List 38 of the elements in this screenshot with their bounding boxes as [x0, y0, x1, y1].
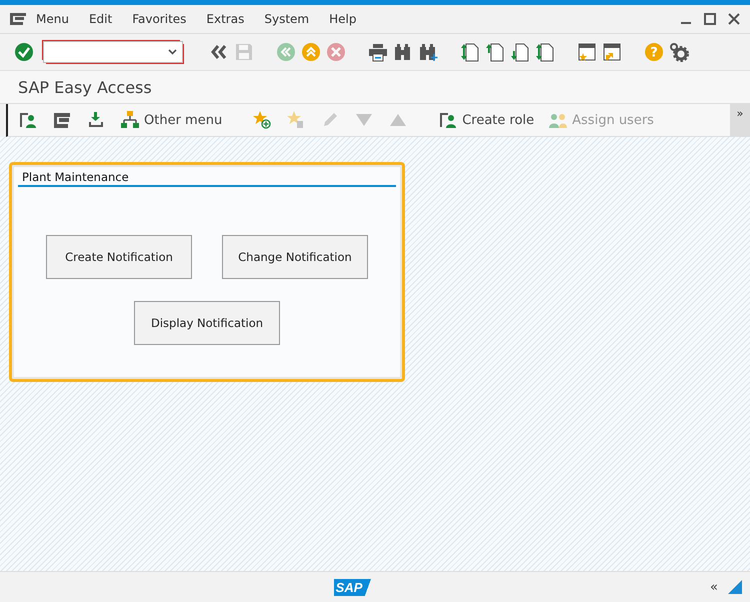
more-button[interactable]: » — [730, 104, 750, 136]
download-icon[interactable] — [86, 110, 106, 130]
hierarchy-icon — [120, 110, 140, 130]
notification-button[interactable]: Change Notification — [222, 235, 368, 279]
next-page-icon[interactable] — [510, 42, 530, 62]
notification-button[interactable]: Display Notification — [134, 301, 280, 345]
menu-item[interactable]: Edit — [88, 12, 112, 26]
close-icon[interactable] — [728, 13, 740, 25]
back-icon[interactable] — [209, 42, 229, 62]
command-field[interactable] — [43, 41, 183, 63]
dropdown-icon[interactable] — [168, 49, 177, 55]
enter-icon[interactable] — [14, 42, 34, 62]
previous-page-icon[interactable] — [485, 42, 505, 62]
menu-icon[interactable] — [10, 13, 26, 25]
last-page-icon[interactable] — [535, 42, 555, 62]
menu-item[interactable]: Extras — [206, 12, 244, 26]
maximize-icon[interactable] — [704, 13, 716, 25]
settings-icon[interactable] — [669, 42, 689, 62]
toolbar-button[interactable]: Other menu — [120, 110, 222, 130]
menu-item[interactable]: Menu — [36, 12, 69, 26]
new-window-icon[interactable] — [577, 42, 597, 62]
menu-item[interactable]: System — [264, 12, 310, 26]
notification-button[interactable]: Create Notification — [46, 235, 192, 279]
menu-item[interactable]: Favorites — [132, 12, 186, 26]
find-icon[interactable] — [393, 42, 413, 62]
menu-item[interactable]: Help — [329, 12, 356, 26]
shortcut-icon[interactable] — [602, 42, 622, 62]
add-favorite-icon[interactable] — [252, 110, 272, 130]
first-page-icon[interactable] — [460, 42, 480, 62]
panel-title: Plant Maintenance — [18, 169, 396, 187]
resize-grip-icon[interactable] — [728, 580, 742, 594]
toolbar-button[interactable]: Create role — [438, 110, 534, 130]
find-next-icon[interactable] — [418, 42, 438, 62]
print-icon[interactable] — [368, 42, 388, 62]
user-menu-icon[interactable] — [18, 110, 38, 130]
collapse-button[interactable]: « — [710, 580, 718, 594]
screen-title: SAP Easy Access — [18, 78, 152, 96]
user-role-icon — [438, 110, 458, 130]
